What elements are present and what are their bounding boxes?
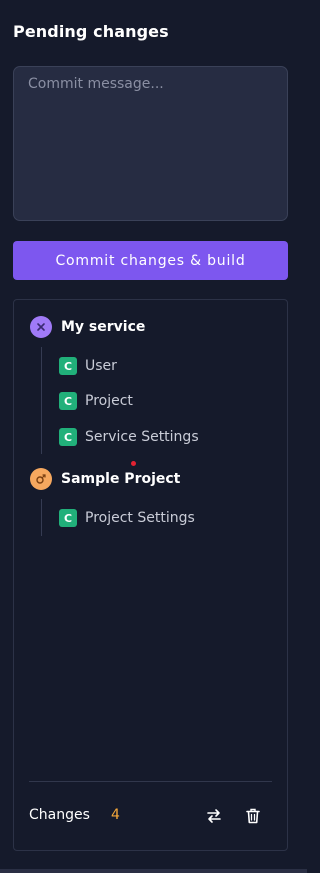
- changes-label: Changes: [29, 807, 90, 823]
- change-item-label: Service Settings: [85, 429, 199, 445]
- service-icon: [30, 316, 52, 338]
- change-item-label: Project: [85, 393, 133, 409]
- change-item-label: Project Settings: [85, 510, 195, 526]
- project-icon: [30, 468, 52, 490]
- swap-icon[interactable]: [204, 806, 224, 826]
- tree-line: [41, 347, 42, 454]
- change-item-label: User: [85, 358, 117, 374]
- change-badge: C: [59, 357, 77, 375]
- status-dot: [131, 461, 136, 466]
- bottom-bar: [0, 869, 307, 873]
- change-item-service-settings[interactable]: C Service Settings: [59, 427, 199, 447]
- change-badge: C: [59, 392, 77, 410]
- group-label: Sample Project: [61, 471, 181, 487]
- group-label: My service: [61, 319, 146, 335]
- commit-message-input[interactable]: [13, 66, 288, 221]
- commit-build-button[interactable]: Commit changes & build: [13, 241, 288, 280]
- change-badge: C: [59, 428, 77, 446]
- change-item-project[interactable]: C Project: [59, 391, 133, 411]
- change-badge: C: [59, 509, 77, 527]
- footer-divider: [29, 781, 272, 782]
- change-item-project-settings[interactable]: C Project Settings: [59, 508, 195, 528]
- changes-panel: My service C User C Project C Service Se…: [13, 299, 288, 851]
- change-item-user[interactable]: C User: [59, 356, 117, 376]
- group-header-my-service[interactable]: My service: [30, 315, 145, 339]
- trash-icon[interactable]: [243, 806, 263, 826]
- group-header-sample-project[interactable]: Sample Project: [30, 467, 180, 491]
- page-title: Pending changes: [13, 22, 169, 41]
- changes-count: 4: [111, 807, 120, 823]
- tree-line: [41, 499, 42, 536]
